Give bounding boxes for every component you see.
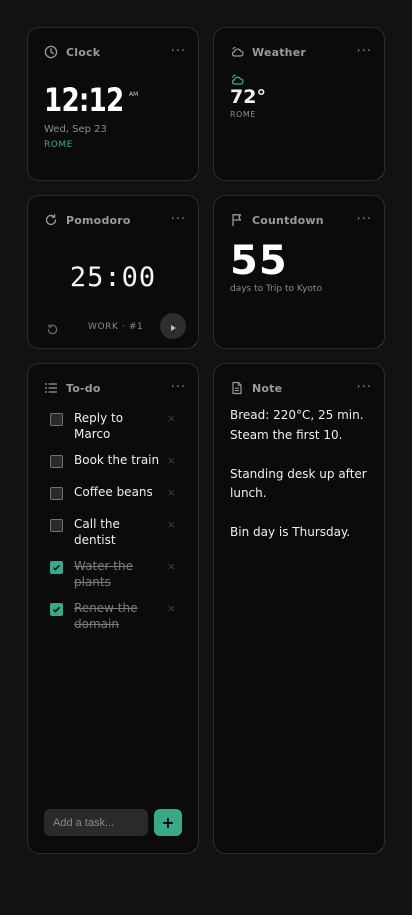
remove-icon[interactable]: × (167, 560, 176, 573)
todo-text: Coffee beans (74, 485, 153, 499)
clock-city: ROME (44, 140, 73, 150)
list-icon (44, 381, 58, 395)
resize-handle[interactable] (377, 846, 384, 853)
todo-text: Reply to Marco (74, 411, 124, 441)
more-icon[interactable]: ··· (357, 381, 372, 394)
document-icon (230, 381, 244, 395)
weather-temperature: 72° (230, 86, 266, 108)
todo-item: Book the train × (44, 452, 184, 484)
remove-icon[interactable]: × (167, 454, 176, 467)
refresh-icon (44, 213, 58, 227)
note-title: Note (252, 381, 283, 395)
todo-checkbox[interactable] (50, 455, 63, 468)
todo-checkbox[interactable] (50, 487, 63, 500)
countdown-title: Countdown (252, 213, 324, 227)
clock-time: 12:12 AM (44, 82, 138, 118)
clock-date: Wed, Sep 23 (44, 124, 107, 135)
pomodoro-title: Pomodoro (66, 213, 131, 227)
add-task-row: + (44, 809, 182, 836)
note-paragraph: Standing desk up after lunch. (230, 466, 367, 501)
pomodoro-time: 25:00 (69, 262, 157, 293)
clock-title: Clock (66, 45, 101, 59)
note-paragraph: Bin day is Thursday. (230, 525, 351, 539)
clock-header: Clock ··· (44, 44, 186, 60)
todo-item: Coffee beans × (44, 484, 184, 516)
remove-icon[interactable]: × (167, 412, 176, 425)
check-icon (52, 606, 61, 613)
remove-icon[interactable]: × (167, 602, 176, 615)
more-icon[interactable]: ··· (171, 381, 186, 394)
todo-checkbox[interactable] (50, 561, 63, 574)
countdown-header: Countdown ··· (230, 212, 372, 228)
cloud-sun-icon (230, 45, 244, 59)
remove-icon[interactable]: × (167, 486, 176, 499)
resize-handle[interactable] (191, 173, 198, 180)
note-body[interactable]: Bread: 220°C, 25 min. Steam the first 10… (230, 406, 372, 562)
countdown-widget: Countdown ··· 55 days to Trip to Kyoto (213, 195, 385, 349)
todo-item: Reply to Marco × (44, 410, 184, 452)
note-paragraph: Bread: 220°C, 25 min. Steam the first 10… (230, 408, 364, 442)
add-task-button[interactable]: + (154, 809, 182, 836)
flag-icon (230, 213, 244, 227)
clock-icon (44, 45, 58, 59)
weather-widget: Weather ··· 72° ROME (213, 27, 385, 181)
countdown-value: 55 (230, 238, 288, 284)
pomodoro-widget: Pomodoro ··· 25:00 WORK · #1 (27, 195, 199, 349)
more-icon[interactable]: ··· (171, 213, 186, 226)
more-icon[interactable]: ··· (357, 45, 372, 58)
remove-icon[interactable]: × (167, 518, 176, 531)
todo-checkbox[interactable] (50, 519, 63, 532)
weather-title: Weather (252, 45, 306, 59)
note-widget: Note ··· Bread: 220°C, 25 min. Steam the… (213, 363, 385, 854)
more-icon[interactable]: ··· (171, 45, 186, 58)
pomodoro-session-label: WORK · #1 (88, 322, 144, 332)
resize-handle[interactable] (191, 341, 198, 348)
todo-item: Water the plants × (44, 558, 184, 600)
more-icon[interactable]: ··· (357, 213, 372, 226)
todo-text: Water the plants (74, 559, 133, 589)
reset-icon[interactable] (46, 321, 59, 340)
resize-handle[interactable] (191, 846, 198, 853)
todo-checkbox[interactable] (50, 413, 63, 426)
todo-header: To-do ··· (44, 380, 186, 396)
clock-ampm: AM (128, 91, 139, 98)
todo-list: Reply to Marco × Book the train × Coffee… (44, 410, 184, 642)
check-icon (52, 564, 61, 571)
play-icon (169, 317, 177, 336)
todo-text: Book the train (74, 453, 160, 467)
resize-handle[interactable] (377, 173, 384, 180)
todo-widget: To-do ··· Reply to Marco × Book the trai… (27, 363, 199, 854)
todo-title: To-do (66, 381, 101, 395)
weather-city: ROME (230, 110, 256, 119)
weather-header: Weather ··· (230, 44, 372, 60)
todo-item: Renew the domain × (44, 600, 184, 642)
pomodoro-header: Pomodoro ··· (44, 212, 186, 228)
countdown-caption: days to Trip to Kyoto (230, 284, 322, 294)
add-task-input[interactable] (44, 809, 148, 836)
play-button[interactable] (160, 313, 186, 339)
todo-text: Renew the domain (74, 601, 138, 631)
resize-handle[interactable] (377, 341, 384, 348)
clock-widget: Clock ··· 12:12 AM Wed, Sep 23 ROME (27, 27, 199, 181)
todo-item: Call the dentist × (44, 516, 184, 558)
clock-digits: 12:12 (44, 81, 124, 119)
note-header: Note ··· (230, 380, 372, 396)
todo-text: Call the dentist (74, 517, 120, 547)
todo-checkbox[interactable] (50, 603, 63, 616)
